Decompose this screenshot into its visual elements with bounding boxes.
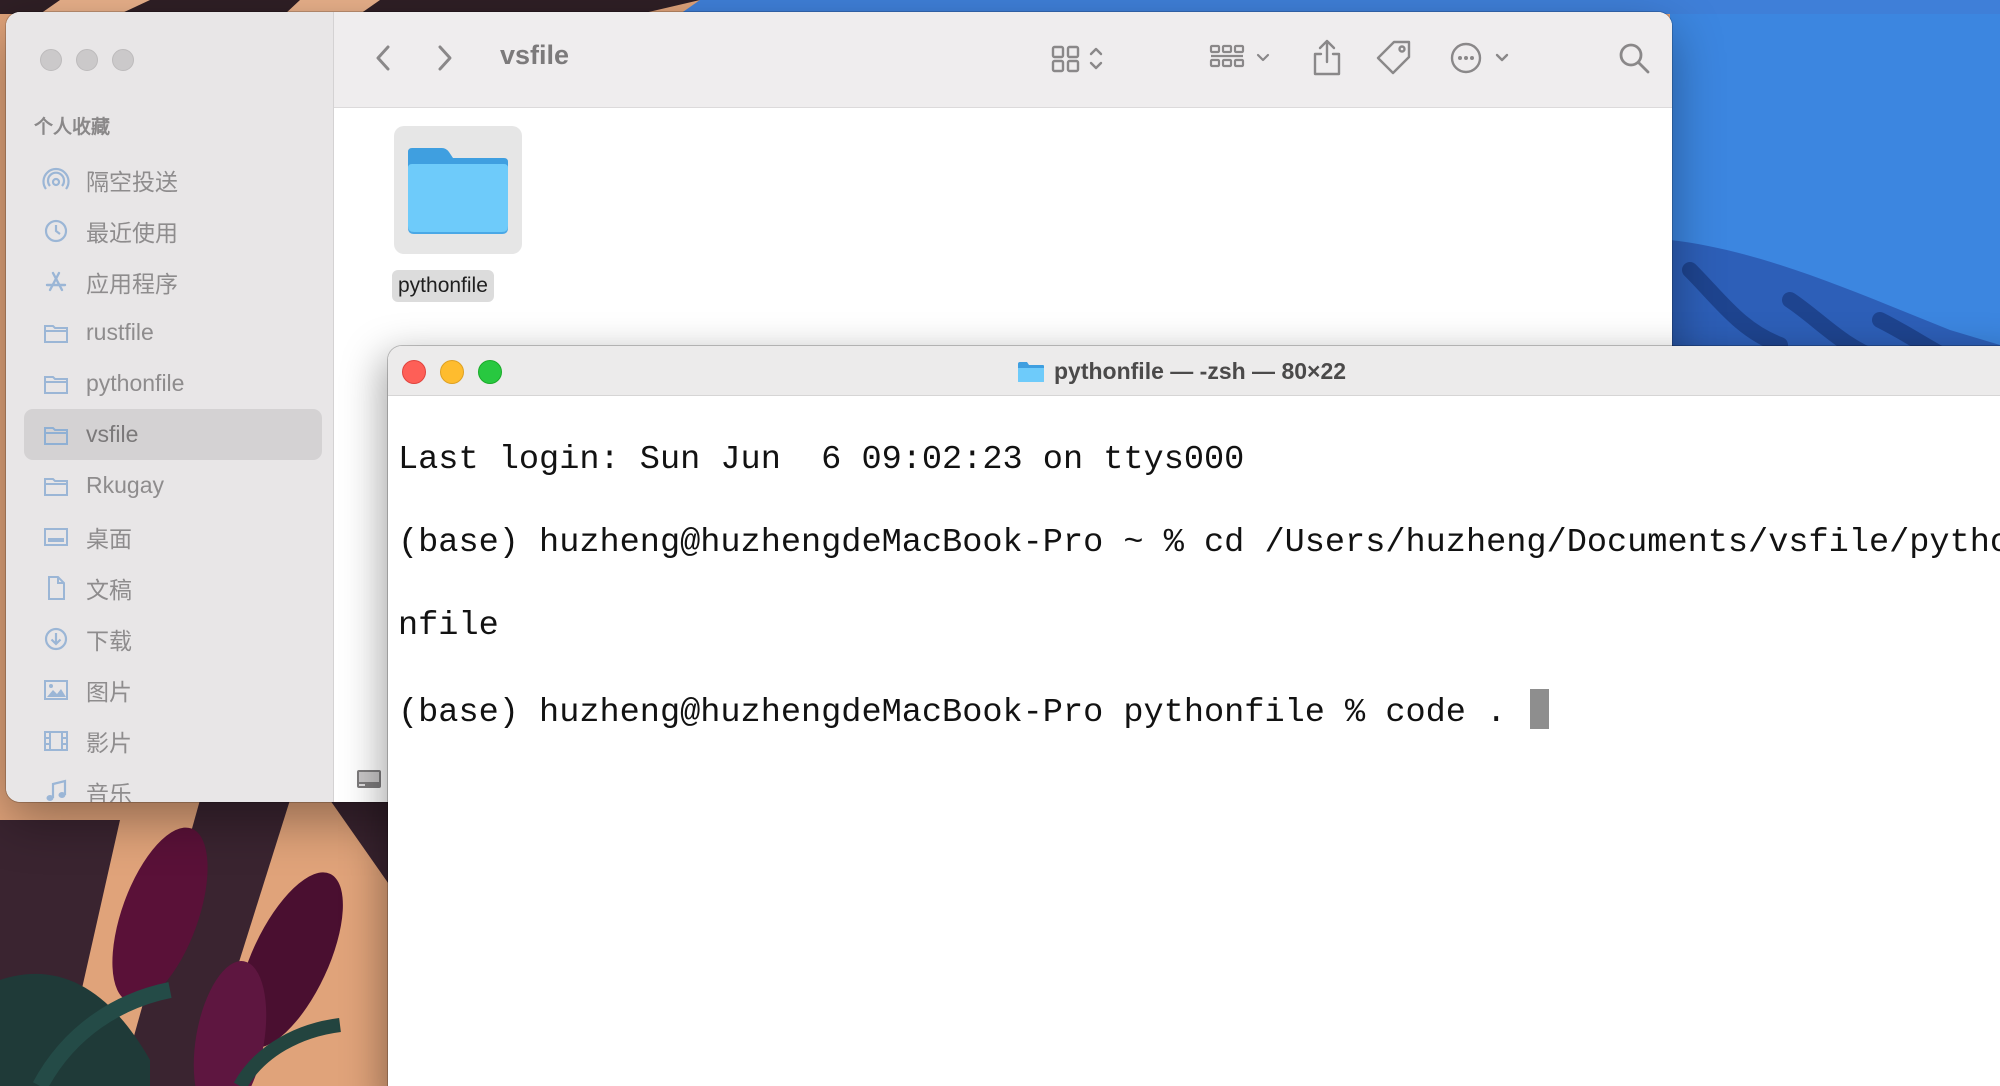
close-button[interactable]	[402, 360, 426, 384]
clock-icon	[42, 217, 70, 245]
sidebar-item-pictures[interactable]: 图片	[24, 664, 322, 715]
sidebar-item-desktop[interactable]: 桌面	[24, 511, 322, 562]
view-mode-button[interactable]	[1050, 36, 1114, 80]
tag-button[interactable]	[1374, 36, 1414, 80]
terminal-prompt-line: (base) huzheng@huzhengdeMacBook-Pro pyth…	[398, 688, 2000, 735]
sidebar-item-vsfile[interactable]: vsfile	[24, 409, 322, 460]
sidebar-item-label: 最近使用	[86, 219, 178, 246]
sidebar-item-label: 应用程序	[86, 270, 178, 297]
close-button[interactable]	[40, 49, 62, 71]
music-icon	[42, 778, 70, 803]
group-icon	[1209, 44, 1270, 68]
window-controls	[40, 49, 134, 71]
sidebar-item-label: Rkugay	[86, 472, 164, 498]
folder-icon	[42, 472, 70, 500]
movies-icon	[42, 727, 70, 755]
group-button[interactable]	[1208, 36, 1278, 80]
disk-icon	[357, 770, 381, 788]
terminal-window: pythonfile — -zsh — 80×22 Last login: Su…	[388, 346, 2000, 1086]
folder-icon	[408, 148, 508, 234]
desktop-icon	[42, 523, 70, 551]
more-icon	[1450, 42, 1509, 74]
sidebar-item-label: 下载	[86, 627, 132, 654]
sidebar-item-label: 桌面	[86, 525, 132, 552]
document-icon	[42, 574, 70, 602]
terminal-title: pythonfile — -zsh — 80×22	[1016, 358, 1346, 385]
sidebar-item-downloads[interactable]: 下载	[24, 613, 322, 664]
applications-icon	[42, 268, 70, 296]
minimize-button[interactable]	[440, 360, 464, 384]
back-icon	[376, 45, 390, 71]
text-cursor	[1530, 688, 1550, 729]
download-icon	[42, 625, 70, 653]
sidebar-item-applications[interactable]: 应用程序	[24, 256, 322, 307]
search-icon	[1619, 43, 1650, 74]
finder-sidebar: 个人收藏 隔空投送 最近使用 应用程序 rustfile pythonfile …	[6, 12, 334, 802]
folder-item-pythonfile[interactable]	[394, 126, 522, 254]
grid-view-icon	[1051, 45, 1103, 73]
sidebar-item-label: 隔空投送	[86, 168, 178, 195]
sidebar-item-rkugay[interactable]: Rkugay	[24, 460, 322, 511]
more-actions-button[interactable]	[1448, 36, 1514, 80]
sidebar-item-label: 影片	[86, 729, 132, 756]
folder-item-label: pythonfile	[392, 270, 494, 302]
sidebar-item-music[interactable]: 音乐	[24, 766, 322, 802]
search-button[interactable]	[1616, 36, 1652, 80]
share-button[interactable]	[1310, 36, 1344, 80]
sidebar-item-label: vsfile	[86, 421, 139, 447]
airdrop-icon	[42, 166, 70, 194]
tag-icon	[1376, 40, 1411, 75]
forward-icon	[438, 45, 452, 71]
window-controls	[402, 360, 502, 384]
folder-icon	[42, 421, 70, 449]
terminal-titlebar[interactable]: pythonfile — -zsh — 80×22	[388, 346, 2000, 396]
sidebar-item-label: 文稿	[86, 576, 132, 603]
sidebar-item-recents[interactable]: 最近使用	[24, 205, 322, 256]
terminal-line: (base) huzheng@huzhengdeMacBook-Pro pyth…	[398, 693, 1527, 732]
terminal-output[interactable]: Last login: Sun Jun 6 09:02:23 on ttys00…	[398, 398, 2000, 1086]
window-title: vsfile	[500, 40, 570, 70]
terminal-line: Last login: Sun Jun 6 09:02:23 on ttys00…	[398, 440, 1245, 479]
zoom-button[interactable]	[112, 49, 134, 71]
sidebar-item-rustfile[interactable]: rustfile	[24, 307, 322, 358]
sidebar-list: 隔空投送 最近使用 应用程序 rustfile pythonfile vsfil…	[24, 154, 322, 802]
share-icon	[1313, 39, 1341, 76]
folder-icon	[42, 370, 70, 398]
pictures-icon	[42, 676, 70, 704]
minimize-button[interactable]	[76, 49, 98, 71]
back-button[interactable]	[368, 36, 398, 80]
sidebar-item-pythonfile[interactable]: pythonfile	[24, 358, 322, 409]
sidebar-item-label: rustfile	[86, 319, 154, 345]
forward-button[interactable]	[430, 36, 460, 80]
sidebar-section-favorites: 个人收藏	[34, 117, 111, 138]
folder-icon	[42, 319, 70, 347]
sidebar-item-movies[interactable]: 影片	[24, 715, 322, 766]
sidebar-item-label: pythonfile	[86, 370, 185, 396]
sidebar-item-label: 图片	[86, 678, 132, 705]
terminal-title-text: pythonfile — -zsh — 80×22	[1054, 358, 1347, 384]
sidebar-item-airdrop[interactable]: 隔空投送	[24, 154, 322, 205]
folder-icon	[1018, 361, 1044, 382]
terminal-line: (base) huzheng@huzhengdeMacBook-Pro ~ % …	[398, 523, 2000, 562]
sidebar-item-label: 音乐	[86, 780, 132, 803]
terminal-line: nfile	[398, 606, 499, 645]
zoom-button[interactable]	[478, 360, 502, 384]
finder-toolbar: vsfile	[334, 12, 1672, 108]
sidebar-item-documents[interactable]: 文稿	[24, 562, 322, 613]
